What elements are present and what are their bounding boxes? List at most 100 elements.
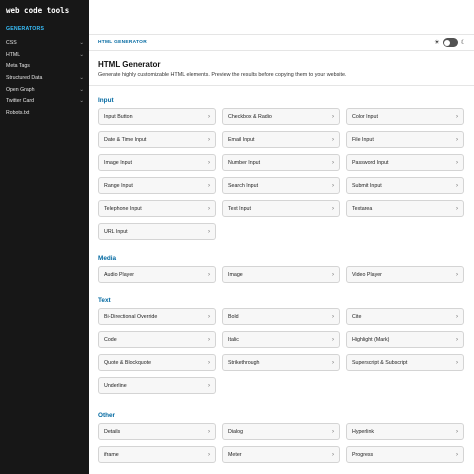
chevron-right-icon: › <box>456 428 458 435</box>
sidebar-section-label: GENERATORS <box>6 26 45 32</box>
generator-card[interactable]: Details › <box>98 423 216 440</box>
generator-card[interactable]: Image Input › <box>98 154 216 171</box>
generator-card-label: Submit Input <box>352 182 382 189</box>
generator-card[interactable]: Audio Player › <box>98 266 216 283</box>
sidebar-item-robots-txt[interactable]: Robots.txt <box>0 107 89 119</box>
generator-card-label: Video Player <box>352 271 382 278</box>
chevron-right-icon: › <box>332 205 334 212</box>
generator-card-label: Email Input <box>228 136 255 143</box>
generator-card[interactable]: File Input › <box>346 131 464 148</box>
generator-card-label: iframe <box>104 451 119 458</box>
sidebar-item-label: CSS <box>6 39 17 46</box>
sidebar-item-twitter-card[interactable]: Twitter Card ⌄ <box>0 95 89 107</box>
generator-card[interactable]: Progress › <box>346 446 464 463</box>
generator-card[interactable]: Underline › <box>98 377 216 394</box>
generator-card[interactable]: Submit Input › <box>346 177 464 194</box>
generator-card[interactable]: Telephone Input › <box>98 200 216 217</box>
generator-card-label: Range Input <box>104 182 133 189</box>
chevron-right-icon: › <box>456 336 458 343</box>
generator-card-label: Meter <box>228 451 242 458</box>
chevron-right-icon: › <box>456 313 458 320</box>
generator-card[interactable]: Code › <box>98 331 216 348</box>
generator-card[interactable]: Image › <box>222 266 340 283</box>
sidebar-item-open-graph[interactable]: Open Graph ⌄ <box>0 84 89 96</box>
chevron-right-icon: › <box>208 428 210 435</box>
chevron-right-icon: › <box>456 359 458 366</box>
generator-card-label: Image <box>228 271 243 278</box>
chevron-right-icon: › <box>208 271 210 278</box>
generator-card-label: Password Input <box>352 159 389 166</box>
generator-card[interactable]: Number Input › <box>222 154 340 171</box>
generator-card[interactable]: Meter › <box>222 446 340 463</box>
generator-card[interactable]: Range Input › <box>98 177 216 194</box>
generator-card-label: Search Input <box>228 182 259 189</box>
breadcrumb[interactable]: HTML GENERATOR <box>98 40 147 45</box>
chevron-right-icon: › <box>332 271 334 278</box>
generator-card[interactable]: Italic › <box>222 331 340 348</box>
generator-card-label: Cite <box>352 313 362 320</box>
generator-card[interactable]: Superscript & Subscript › <box>346 354 464 371</box>
theme-toggle[interactable] <box>442 38 458 47</box>
chevron-right-icon: › <box>332 113 334 120</box>
sidebar-item-label: Twitter Card <box>6 98 34 105</box>
chevron-right-icon: › <box>332 451 334 458</box>
generator-card[interactable]: Password Input › <box>346 154 464 171</box>
sidebar-nav: CSS ⌄ HTML ⌄ Meta Tags Structured Data ⌄ Op… <box>0 37 89 119</box>
sidebar-item-html[interactable]: HTML ⌄ <box>0 49 89 61</box>
generator-card-label: Audio Player <box>104 271 135 278</box>
generator-card[interactable]: Checkbox & Radio › <box>222 108 340 125</box>
generator-card-label: Hyperlink <box>352 428 375 435</box>
generator-card-label: Italic <box>228 336 239 343</box>
generator-card[interactable]: Dialog › <box>222 423 340 440</box>
main-content: HTML Generator Generate highly customiza… <box>89 51 474 474</box>
sidebar-item-label: HTML <box>6 51 21 58</box>
generator-card[interactable]: Input Button › <box>98 108 216 125</box>
generator-card-label: Bold <box>228 313 239 320</box>
generator-card[interactable]: Quote & Blockquote › <box>98 354 216 371</box>
sidebar-item-structured-data[interactable]: Structured Data ⌄ <box>0 72 89 84</box>
generator-card-label: Details <box>104 428 121 435</box>
chevron-right-icon: › <box>208 382 210 389</box>
theme-switcher: ☀ ☾ <box>434 38 466 47</box>
chevron-right-icon: › <box>208 313 210 320</box>
generator-card[interactable]: Bold › <box>222 308 340 325</box>
chevron-right-icon: › <box>332 428 334 435</box>
generator-card-label: Strikethrough <box>228 359 260 366</box>
generator-card[interactable]: Date & Time Input › <box>98 131 216 148</box>
chevron-right-icon: › <box>208 228 210 235</box>
generator-card-label: Checkbox & Radio <box>228 113 272 120</box>
generator-card[interactable]: Color Input › <box>346 108 464 125</box>
generator-card-label: Textarea <box>352 205 373 212</box>
chevron-right-icon: › <box>332 136 334 143</box>
chevron-right-icon: › <box>208 136 210 143</box>
sidebar-item-label: Meta Tags <box>6 63 30 70</box>
generator-card[interactable]: Text Input › <box>222 200 340 217</box>
generator-card[interactable]: URL Input › <box>98 223 216 240</box>
page-description: Generate highly customizable HTML elemen… <box>98 72 347 78</box>
generator-card[interactable]: Video Player › <box>346 266 464 283</box>
generator-card-label: Image Input <box>104 159 132 166</box>
chevron-down-icon: ⌄ <box>79 51 84 58</box>
chevron-down-icon: ⌄ <box>79 98 84 105</box>
generator-card[interactable]: Bi-Directional Override › <box>98 308 216 325</box>
generator-card[interactable]: Cite › <box>346 308 464 325</box>
sidebar-item-css[interactable]: CSS ⌄ <box>0 37 89 49</box>
chevron-right-icon: › <box>456 182 458 189</box>
generator-card[interactable]: Search Input › <box>222 177 340 194</box>
generator-card[interactable]: Hyperlink › <box>346 423 464 440</box>
chevron-right-icon: › <box>332 359 334 366</box>
sidebar-item-meta-tags[interactable]: Meta Tags <box>0 60 89 72</box>
sun-icon: ☀ <box>434 40 440 46</box>
generator-card[interactable]: Highlight (Mark) › <box>346 331 464 348</box>
generator-card-label: Telephone Input <box>104 205 142 212</box>
brand-logo-text[interactable]: web code tools <box>6 6 69 15</box>
generator-card[interactable]: iframe › <box>98 446 216 463</box>
generator-card[interactable]: Email Input › <box>222 131 340 148</box>
chevron-right-icon: › <box>208 359 210 366</box>
sidebar: web code tools GENERATORS CSS ⌄ HTML ⌄ Met… <box>0 0 89 474</box>
sidebar-item-label: Structured Data <box>6 74 43 81</box>
chevron-right-icon: › <box>332 313 334 320</box>
generator-card[interactable]: Textarea › <box>346 200 464 217</box>
generator-card[interactable]: Strikethrough › <box>222 354 340 371</box>
page-title: HTML Generator <box>98 60 161 69</box>
